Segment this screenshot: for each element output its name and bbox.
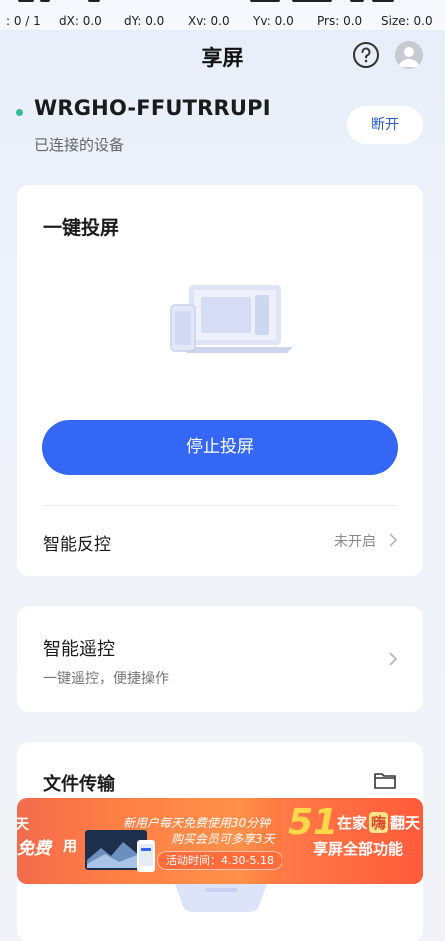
banner-date-pill: 活动时间：4.30-5.18 [157,851,283,870]
screen-cast-illustration-icon [170,285,293,353]
banner-promo-text: 享屏全部功能 [313,840,404,858]
folder-icon[interactable] [373,770,397,790]
size: Size: 0.0 [381,14,433,28]
banner-line-1: 新用户每天免费使用30分钟 [123,816,271,830]
smart-remote-title: 智能遥控 [43,639,115,660]
reverse-control-status: 未开启 [334,534,376,550]
delta-x: dX: 0.0 [59,14,102,28]
cast-card-title: 一键投屏 [43,217,120,239]
device-name: WRGHO-FFUTRRUPI [34,96,271,120]
smart-remote-card[interactable]: 智能遥控 一键遥控，便捷操作 [17,606,423,712]
device-status-text: 已连接的设备 [34,136,125,154]
status-bar: : 0 / 1 dX: 0.0 dY: 0.0 Xv: 0.0 Yv: 0.0 … [0,0,445,30]
banner-hai: 嗨 [369,812,389,833]
status-icons [0,0,445,6]
promo-banner[interactable]: 天 免费 用 新用户每天免费使用30分钟 购买会员可多享3天 活动时间：4.30… [17,798,423,884]
smart-remote-subtitle: 一键遥控，便捷操作 [43,671,169,687]
disconnect-button[interactable]: 断开 [347,106,423,144]
banner-free-text: 免费 [17,839,51,859]
chevron-right-icon [389,533,398,547]
pointer-location-info: : 0 / 1 dX: 0.0 dY: 0.0 Xv: 0.0 Yv: 0.0 … [0,14,445,30]
banner-at-home: 在家 [337,814,368,832]
delta-y: dY: 0.0 [124,14,165,28]
velocity-x: Xv: 0.0 [188,14,230,28]
reverse-control-label: 智能反控 [43,535,111,555]
banner-51-text: 51 [288,802,339,843]
chevron-right-icon [389,652,398,666]
question-circle-icon[interactable] [352,41,380,69]
user-avatar-icon[interactable] [395,41,423,69]
divider [42,505,398,506]
cast-card: 一键投屏 停止投屏 智能反控 未开启 [17,185,423,576]
banner-left-text: 天 [17,817,29,833]
banner-at-home-text: 在家嗨翻天 [337,812,420,833]
pointer-count: : 0 / 1 [6,14,41,28]
banner-use-text: 用 [63,839,77,855]
connection-status-dot [16,109,23,116]
pressure: Prs: 0.0 [317,14,363,28]
stop-cast-button[interactable]: 停止投屏 [42,420,398,475]
laptop-image-icon [85,830,155,872]
banner-line-2: 购买会员可多享3天 [171,832,275,846]
velocity-y: Yv: 0.0 [253,14,294,28]
banner-fan: 翻天 [390,814,421,832]
file-transfer-title: 文件传输 [43,774,115,795]
file-transfer-illustration-icon [175,884,267,912]
